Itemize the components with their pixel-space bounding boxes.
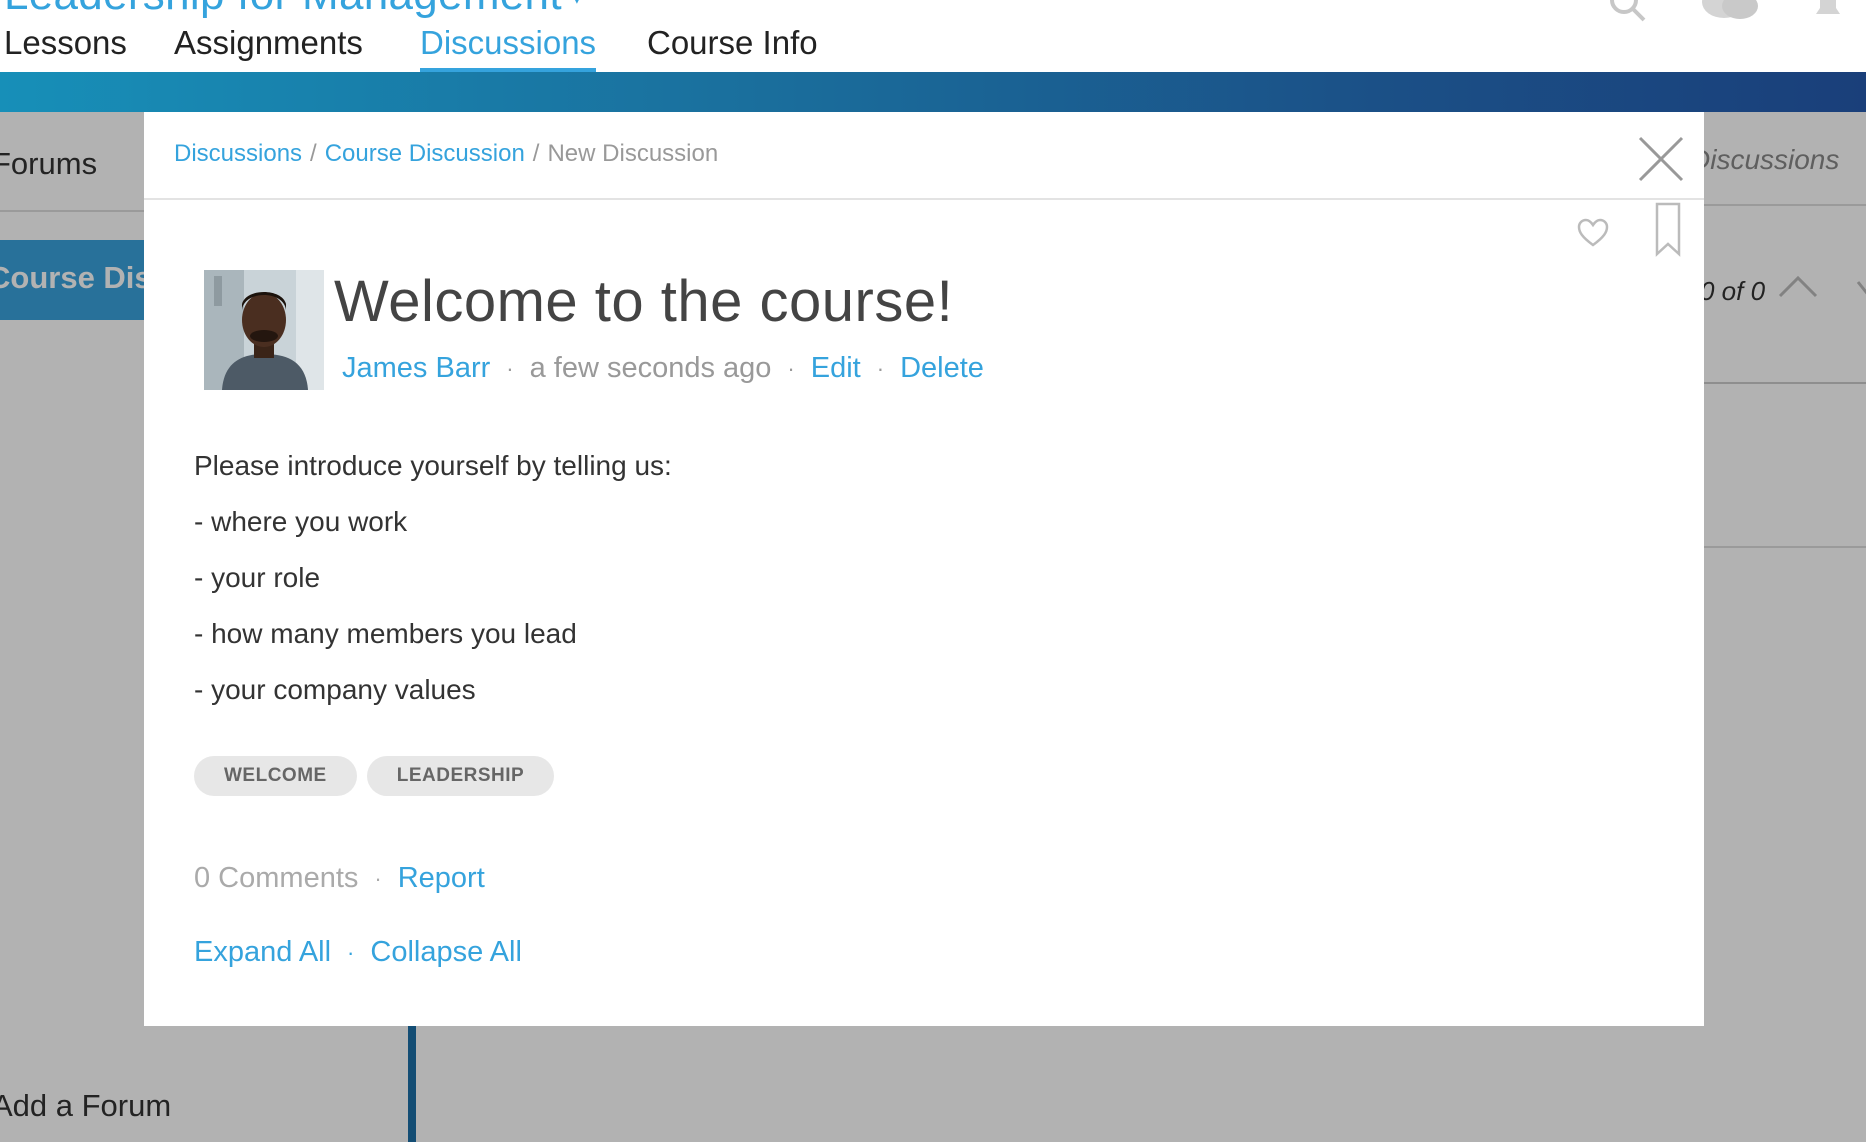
breadcrumb: Discussions / Course Discussion / New Discus…	[174, 140, 718, 168]
post-body: Please introduce yourself by telling us:…	[194, 438, 1594, 718]
heart-icon[interactable]	[1576, 216, 1610, 250]
divider	[144, 198, 1704, 200]
post-body-line: - how many members you lead	[194, 618, 577, 649]
separator-dot: ·	[374, 866, 382, 892]
chevron-down-icon: ▾	[572, 0, 582, 9]
discussion-modal: Discussions / Course Discussion / New Discus…	[144, 112, 1704, 1026]
post-meta: James Barr · a few seconds ago · Edit · Delete	[342, 352, 984, 385]
top-header: Leadership for Management ▾ Lessons Assig…	[0, 0, 1866, 72]
separator-dot: ·	[506, 356, 514, 382]
post-timestamp: a few seconds ago	[529, 352, 772, 384]
post-body-line: - where you work	[194, 506, 408, 537]
tab-lessons[interactable]: Lessons	[4, 24, 127, 62]
bell-icon[interactable]	[1808, 0, 1848, 24]
course-title-text: Leadership for Management	[4, 0, 562, 19]
separator-dot: ·	[347, 940, 355, 966]
separator-dot: ·	[876, 356, 885, 382]
tag-list: WELCOME LEADERSHIP	[194, 756, 564, 796]
breadcrumb-current: New Discussion	[547, 140, 719, 167]
expand-collapse-row: Expand All · Collapse All	[194, 936, 522, 969]
post-footer: 0 Comments · Report	[194, 862, 485, 895]
course-title[interactable]: Leadership for Management ▾	[4, 0, 582, 20]
edit-button[interactable]: Edit	[811, 352, 861, 384]
author-link[interactable]: James Barr	[342, 352, 490, 384]
header-banner	[0, 72, 1866, 112]
post-body-line: - your company values	[194, 674, 476, 705]
breadcrumb-course-discussion[interactable]: Course Discussion	[325, 140, 525, 167]
tag-welcome[interactable]: WELCOME	[194, 756, 357, 796]
post-title: Welcome to the course!	[334, 269, 954, 334]
post-body-line: Please introduce yourself by telling us:	[194, 450, 672, 481]
avatar[interactable]	[204, 270, 324, 390]
close-icon[interactable]	[1636, 134, 1686, 184]
breadcrumb-discussions[interactable]: Discussions	[174, 140, 302, 167]
separator-dot: ·	[787, 356, 795, 382]
tab-course-info[interactable]: Course Info	[647, 24, 818, 62]
bookmark-icon[interactable]	[1654, 202, 1682, 258]
tab-assignments[interactable]: Assignments	[174, 24, 363, 62]
comments-count: 0 Comments	[194, 862, 359, 894]
breadcrumb-separator: /	[532, 140, 540, 167]
tag-leadership[interactable]: LEADERSHIP	[366, 756, 555, 796]
report-button[interactable]: Report	[398, 862, 485, 894]
tab-discussions[interactable]: Discussions	[420, 24, 597, 72]
collapse-all-button[interactable]: Collapse All	[370, 936, 522, 968]
breadcrumb-separator: /	[310, 140, 317, 167]
expand-all-button[interactable]: Expand All	[194, 936, 331, 968]
post-body-line: - your role	[194, 562, 321, 593]
chat-icon[interactable]	[1700, 0, 1760, 24]
delete-button[interactable]: Delete	[900, 352, 984, 384]
search-icon[interactable]	[1608, 0, 1648, 24]
